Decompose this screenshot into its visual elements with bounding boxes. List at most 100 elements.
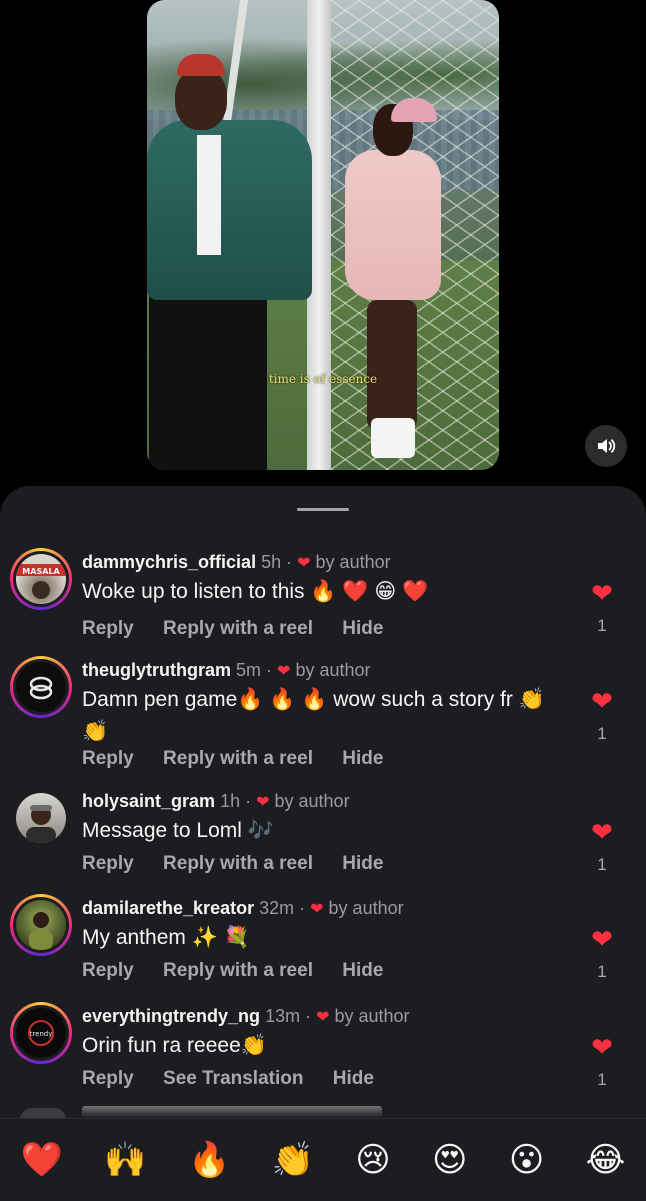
heart-icon: ❤ — [310, 901, 324, 918]
reply-with-reel-button[interactable]: Reply with a reel — [163, 748, 313, 769]
hide-button[interactable]: Hide — [342, 853, 383, 874]
hide-button[interactable]: Hide — [342, 960, 383, 981]
emoji-heart-eyes-button[interactable]: 😍 — [432, 1140, 467, 1180]
avatar-image — [29, 912, 53, 950]
avatar: trendy — [16, 1008, 66, 1058]
reply-with-reel-button[interactable]: Reply with a reel — [163, 618, 313, 639]
hide-button[interactable]: Hide — [342, 748, 383, 769]
comment-username[interactable]: damilarethe_kreator — [82, 898, 254, 918]
reply-button[interactable]: Reply — [82, 618, 134, 639]
hide-button[interactable]: Hide — [342, 618, 383, 639]
author-badge: by author — [334, 1006, 410, 1026]
avatar-image — [29, 676, 53, 700]
video-man-jacket — [147, 120, 312, 300]
comment-time: 13m — [265, 1006, 301, 1026]
avatar-story-ring[interactable]: MASALA — [10, 548, 72, 610]
mute-button[interactable] — [585, 425, 627, 467]
sheet-drag-handle[interactable] — [297, 508, 349, 511]
reply-button[interactable]: Reply — [82, 748, 134, 769]
comment-actions: Reply See Translation Hide — [82, 1068, 398, 1090]
comment-meta: everythingtrendy_ng 13m · ❤ by author — [82, 1006, 410, 1026]
like-count: 1 — [597, 616, 607, 635]
comment-text: Orin fun ra reeee👏 — [82, 1034, 267, 1057]
reply-button[interactable]: Reply — [82, 1068, 134, 1089]
like-count: 1 — [597, 855, 607, 874]
comment-username[interactable]: theuglytruthgram — [82, 660, 231, 680]
hide-button[interactable]: Hide — [333, 1068, 374, 1089]
comment-text: Damn pen game🔥 🔥 🔥 wow such a story fr 👏… — [82, 688, 545, 743]
comment-time: 5h — [261, 552, 282, 572]
like-control[interactable]: ❤ 1 — [588, 926, 616, 982]
author-badge: by author — [328, 898, 404, 918]
emoji-heart-button[interactable]: ❤️ — [21, 1140, 63, 1180]
like-count: 1 — [597, 962, 607, 981]
reply-with-reel-button[interactable]: Reply with a reel — [163, 853, 313, 874]
like-count: 1 — [597, 1070, 607, 1089]
comment-username[interactable]: holysaint_gram — [82, 791, 215, 811]
partial-next-comment — [82, 1106, 382, 1118]
like-control[interactable]: ❤ 1 — [588, 819, 616, 875]
emoji-fire-button[interactable]: 🔥 — [188, 1140, 230, 1180]
emoji-sad-button[interactable]: 😢 — [355, 1140, 390, 1180]
video-man-cap — [177, 54, 225, 76]
avatar-story-ring[interactable] — [10, 894, 72, 956]
avatar-story-ring[interactable] — [10, 656, 72, 718]
heart-icon: ❤ — [256, 794, 270, 811]
heart-filled-icon[interactable]: ❤ — [588, 926, 616, 952]
heart-icon: ❤ — [316, 1009, 330, 1026]
like-control[interactable]: ❤ 1 — [588, 1034, 616, 1090]
avatar — [16, 662, 66, 712]
see-translation-button[interactable]: See Translation — [163, 1068, 303, 1089]
like-count: 1 — [597, 724, 607, 743]
comment-actions: Reply Reply with a reel Hide — [82, 618, 407, 640]
comment-text: Woke up to listen to this 🔥 ❤️ 😁 ❤️ — [82, 580, 429, 603]
heart-filled-icon[interactable]: ❤ — [588, 688, 616, 714]
reply-button[interactable]: Reply — [82, 853, 134, 874]
avatar-image: MASALA — [16, 564, 66, 599]
like-control[interactable]: ❤ 1 — [588, 580, 616, 636]
video-woman-dress — [345, 150, 441, 300]
avatar — [16, 793, 66, 843]
emoji-laugh-button[interactable]: 😂 — [586, 1140, 626, 1180]
heart-icon: ❤ — [277, 663, 291, 680]
emoji-clap-button[interactable]: 👏 — [272, 1140, 314, 1180]
svg-text:trendy: trendy — [30, 1030, 53, 1038]
comment-meta: holysaint_gram 1h · ❤ by author — [82, 791, 350, 811]
avatar: MASALA — [16, 554, 66, 604]
reply-with-reel-button[interactable]: Reply with a reel — [163, 960, 313, 981]
avatar-image — [26, 805, 56, 843]
heart-icon: ❤ — [297, 555, 311, 572]
heart-filled-icon[interactable]: ❤ — [588, 819, 616, 845]
comment-meta: damilarethe_kreator 32m · ❤ by author — [82, 898, 404, 918]
author-badge: by author — [274, 791, 350, 811]
avatar — [16, 900, 66, 950]
avatar-story-ring[interactable]: trendy — [10, 1002, 72, 1064]
comment-time: 32m — [259, 898, 295, 918]
reply-button[interactable]: Reply — [82, 960, 134, 981]
comments-sheet: MASALA dammychris_official 5h · ❤ by aut… — [0, 486, 646, 1200]
comment-actions: Reply Reply with a reel Hide — [82, 748, 407, 770]
like-control[interactable]: ❤ 1 — [588, 688, 616, 744]
comment-meta: dammychris_official 5h · ❤ by author — [82, 552, 391, 572]
comment-username[interactable]: everythingtrendy_ng — [82, 1006, 260, 1026]
author-badge: by author — [295, 660, 371, 680]
emoji-surprised-button[interactable]: 😮 — [509, 1140, 544, 1180]
emoji-reaction-bar: ❤️ 🙌 🔥 👏 😢 😍 😮 😂 — [0, 1118, 646, 1201]
video-caption: time is of essence — [268, 372, 378, 386]
heart-filled-icon[interactable]: ❤ — [588, 580, 616, 606]
comment-actions: Reply Reply with a reel Hide — [82, 853, 407, 875]
comment-time: 1h — [220, 791, 241, 811]
svg-text:MASALA: MASALA — [22, 567, 60, 576]
comment-username[interactable]: dammychris_official — [82, 552, 256, 572]
heart-filled-icon[interactable]: ❤ — [588, 1034, 616, 1060]
comment-time: 5m — [236, 660, 262, 680]
video-woman-legs — [367, 300, 417, 430]
comment-text: My anthem ✨ 💐 — [82, 926, 250, 949]
avatar-story-ring[interactable] — [10, 787, 72, 849]
reel-video[interactable]: time is of essence — [147, 0, 499, 470]
avatar-image: trendy — [28, 1020, 54, 1046]
comment-meta: theuglytruthgram 5m · ❤ by author — [82, 660, 371, 680]
comment-text: Message to Loml 🎶 — [82, 819, 274, 842]
emoji-raised-hands-button[interactable]: 🙌 — [104, 1140, 146, 1180]
video-man-head — [175, 68, 227, 130]
